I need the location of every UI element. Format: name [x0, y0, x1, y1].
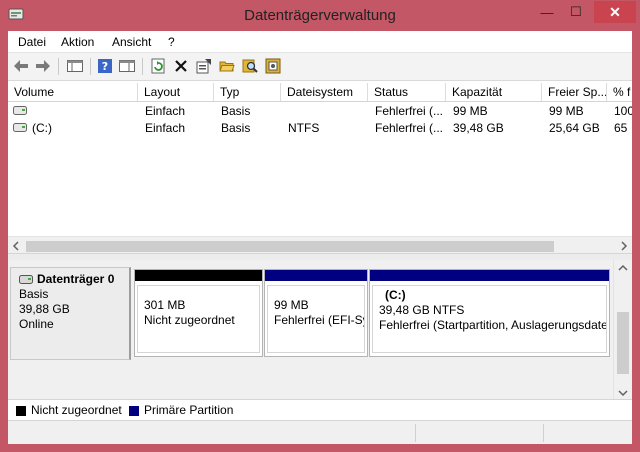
refresh-icon[interactable] — [149, 57, 167, 75]
legend-label-primary: Primäre Partition — [144, 403, 234, 417]
menu-bar: Datei Aktion Ansicht ? — [8, 31, 632, 53]
partition-size: 39,48 GB NTFS — [379, 303, 465, 317]
disk-size: 39,88 GB — [19, 302, 70, 316]
toolbar: ? — [8, 53, 632, 81]
client-area: Datei Aktion Ansicht ? ? Volume Layout T… — [8, 31, 632, 444]
svg-text:?: ? — [102, 60, 108, 73]
partition-status: Nicht zugeordnet — [144, 313, 235, 327]
help-icon[interactable]: ? — [96, 57, 114, 75]
cell-freier-speicher: 25,64 GB — [549, 121, 600, 135]
partition-info: 301 MB Nicht zugeordnet — [137, 285, 260, 353]
properties-pane-icon[interactable] — [118, 57, 136, 75]
column-header-kapazitaet[interactable]: Kapazität — [446, 83, 542, 101]
partition-unallocated[interactable]: 301 MB Nicht zugeordnet — [134, 269, 263, 357]
column-header-typ[interactable]: Typ — [214, 83, 281, 101]
partition-efi[interactable]: 99 MB Fehlerfrei (EFI-Sy — [264, 269, 368, 357]
legend-swatch-unallocated — [16, 406, 26, 416]
disk-type: Basis — [19, 287, 49, 301]
disk-name: Datenträger 0 — [37, 272, 115, 286]
scroll-up-icon[interactable] — [618, 264, 628, 272]
partition-c[interactable]: (C:) 39,48 GB NTFS Fehlerfrei (Startpart… — [369, 269, 610, 357]
menu-datei[interactable]: Datei — [18, 35, 46, 49]
volume-drive-icon — [13, 106, 27, 115]
partition-info: 99 MB Fehlerfrei (EFI-Sy — [267, 285, 365, 353]
column-header-freier-speicher[interactable]: Freier Sp... — [542, 83, 607, 101]
disk-graph-view: Datenträger 0 Basis 39,88 GB Online 301 … — [8, 260, 632, 401]
column-header-layout[interactable]: Layout — [138, 83, 214, 101]
open-folder-icon[interactable] — [218, 57, 236, 75]
partition-status: Fehlerfrei (EFI-Sy — [274, 313, 365, 327]
cell-layout: Einfach — [145, 121, 186, 135]
cell-kapazitaet: 99 MB — [453, 104, 488, 118]
delete-icon[interactable] — [172, 57, 190, 75]
partition-status: Fehlerfrei (Startpartition, Auslagerungs… — [379, 318, 607, 332]
column-header-prozent-frei[interactable]: % f — [607, 83, 632, 101]
cell-layout: Einfach — [145, 104, 186, 118]
properties-icon[interactable] — [195, 57, 213, 75]
volume-drive-icon — [13, 123, 27, 132]
cell-freier-speicher: 99 MB — [549, 104, 584, 118]
disk-label-panel[interactable]: Datenträger 0 Basis 39,88 GB Online — [10, 267, 131, 360]
cell-status: Fehlerfrei (... — [375, 104, 444, 118]
partition-color-bar — [135, 270, 262, 281]
minimize-button[interactable]: — — [536, 1, 558, 23]
legend: Nicht zugeordnet Primäre Partition — [8, 399, 632, 420]
close-button[interactable]: ✕ — [594, 1, 636, 23]
scroll-right-icon[interactable] — [620, 241, 628, 251]
table-row[interactable]: (C:) Einfach Basis NTFS Fehlerfrei (... … — [8, 120, 632, 136]
legend-label-unallocated: Nicht zugeordnet — [31, 403, 122, 417]
horizontal-scroll-thumb[interactable] — [26, 241, 554, 252]
back-arrow-icon[interactable] — [12, 57, 30, 75]
menu-ansicht[interactable]: Ansicht — [112, 35, 151, 49]
table-row[interactable]: Einfach Basis Fehlerfrei (... 99 MB 99 M… — [8, 103, 632, 119]
cell-prozent-frei: 65 — [614, 121, 628, 135]
cell-volume: (C:) — [32, 121, 52, 135]
volume-list-header: Volume Layout Typ Dateisystem Status Kap… — [8, 83, 632, 102]
console-tree-icon[interactable] — [66, 57, 84, 75]
cell-kapazitaet: 39,48 GB — [453, 121, 504, 135]
disk-icon — [19, 275, 33, 284]
volume-list: Volume Layout Typ Dateisystem Status Kap… — [8, 83, 632, 254]
partition-size: 301 MB — [144, 298, 186, 312]
cell-status: Fehlerfrei (... — [375, 121, 444, 135]
column-header-volume[interactable]: Volume — [8, 83, 138, 101]
column-header-dateisystem[interactable]: Dateisystem — [281, 83, 368, 101]
scroll-down-icon[interactable] — [618, 389, 628, 397]
disk-state: Online — [19, 317, 54, 331]
partition-color-bar — [370, 270, 609, 281]
maximize-button[interactable]: ☐ — [565, 1, 587, 23]
legend-swatch-primary — [129, 406, 139, 416]
forward-arrow-icon[interactable] — [34, 57, 52, 75]
disk-wizard-icon[interactable] — [264, 57, 282, 75]
explore-icon[interactable] — [241, 57, 259, 75]
partition-title: (C:) — [385, 288, 406, 302]
partition-info: (C:) 39,48 GB NTFS Fehlerfrei (Startpart… — [372, 285, 607, 353]
status-bar — [8, 420, 632, 444]
scroll-left-icon[interactable] — [12, 241, 20, 251]
cell-typ: Basis — [221, 104, 251, 118]
vertical-scroll-thumb[interactable] — [617, 312, 629, 374]
partition-color-bar — [265, 270, 367, 281]
title-bar[interactable]: Datenträgerverwaltung — ☐ ✕ — [0, 0, 640, 31]
cell-prozent-frei: 100 — [614, 104, 632, 118]
vertical-scrollbar[interactable] — [613, 260, 631, 401]
cell-dateisystem: NTFS — [288, 121, 320, 135]
partition-size: 99 MB — [274, 298, 309, 312]
menu-aktion[interactable]: Aktion — [61, 35, 94, 49]
cell-typ: Basis — [221, 121, 251, 135]
column-header-status[interactable]: Status — [368, 83, 446, 101]
menu-help[interactable]: ? — [168, 35, 175, 49]
main-window: Datenträgerverwaltung — ☐ ✕ Datei Aktion… — [0, 0, 640, 452]
horizontal-scrollbar[interactable] — [8, 236, 632, 254]
